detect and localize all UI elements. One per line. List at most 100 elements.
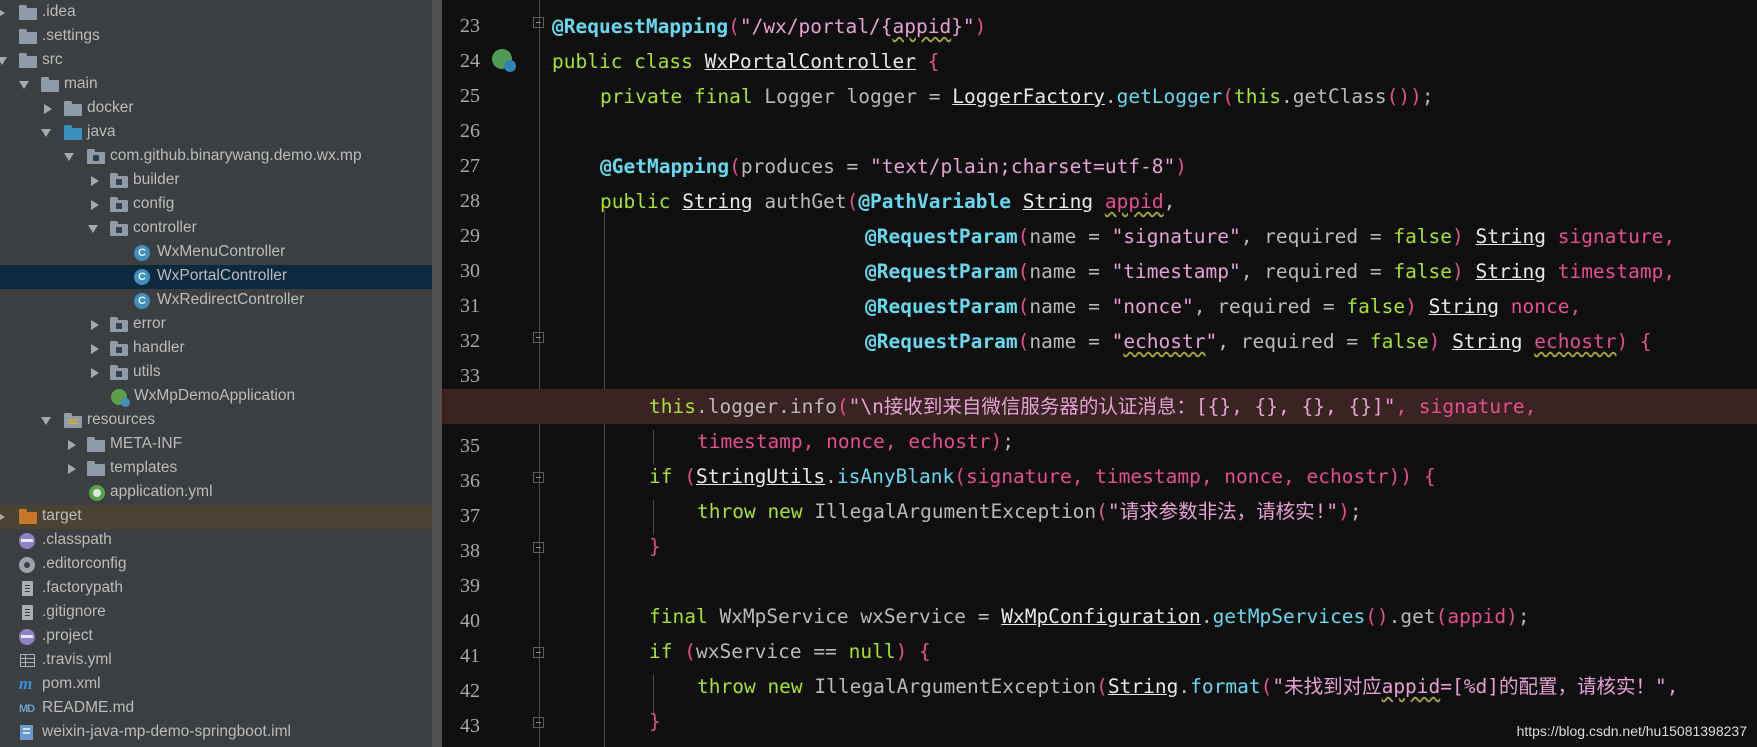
expand-arrow-icon[interactable]: [68, 440, 76, 450]
tree-item-iml[interactable]: weixin-java-mp-demo-springboot.iml: [0, 721, 432, 745]
tree-item-pom-xml[interactable]: m pom.xml: [0, 673, 432, 697]
expand-arrow-icon[interactable]: [91, 176, 99, 186]
yaml-file-icon: [20, 654, 35, 667]
tree-item-travis-yml[interactable]: .travis.yml: [0, 649, 432, 673]
code-line-35[interactable]: timestamp, nonce, echostr);: [442, 424, 1757, 459]
code-editor[interactable]: 23 24 25 26 27 28 29 30 31 32 33 34 35 3…: [442, 0, 1757, 747]
folder-icon: [19, 5, 37, 20]
tree-item-utils[interactable]: utils: [0, 361, 432, 385]
tree-item-builder[interactable]: builder: [0, 169, 432, 193]
class-icon: C: [134, 269, 150, 285]
folder-icon: [19, 29, 37, 44]
tree-item-src[interactable]: src: [0, 49, 432, 73]
tree-item-handler[interactable]: handler: [0, 337, 432, 361]
tree-item-target[interactable]: target: [0, 505, 432, 529]
expand-arrow-icon[interactable]: [44, 104, 52, 114]
spring-config-icon: [89, 485, 105, 501]
code-line-38[interactable]: }: [442, 529, 1757, 564]
code-line-32[interactable]: @RequestParam(name = "echostr", required…: [442, 324, 1757, 359]
tree-item-main[interactable]: main: [0, 73, 432, 97]
collapse-arrow-icon[interactable]: [0, 57, 7, 65]
tree-item-editorconfig[interactable]: .editorconfig: [0, 553, 432, 577]
tree-item-wxmpdemoapplication[interactable]: WxMpDemoApplication: [0, 385, 432, 409]
code-line-27[interactable]: @GetMapping(produces = "text/plain;chars…: [442, 149, 1757, 184]
code-line-31[interactable]: @RequestParam(name = "nonce", required =…: [442, 289, 1757, 324]
expand-arrow-icon[interactable]: [0, 8, 5, 18]
folder-icon: [87, 437, 105, 452]
editorconfig-icon: [19, 557, 35, 573]
tree-item-project[interactable]: .project: [0, 625, 432, 649]
tree-item-settings[interactable]: .settings: [0, 25, 432, 49]
tree-item-error[interactable]: error: [0, 313, 432, 337]
excluded-folder-icon: [19, 509, 37, 524]
code-line-36[interactable]: if (StringUtils.isAnyBlank(signature, ti…: [442, 459, 1757, 494]
watermark: https://blog.csdn.net/hu15081398237: [1516, 723, 1747, 739]
expand-arrow-icon[interactable]: [91, 200, 99, 210]
expand-arrow-icon[interactable]: [91, 344, 99, 354]
package-icon: [110, 173, 128, 188]
code-line-29[interactable]: @RequestParam(name = "signature", requir…: [442, 219, 1757, 254]
tree-item-meta-inf[interactable]: META-INF: [0, 433, 432, 457]
tree-item-factorypath[interactable]: .factorypath: [0, 577, 432, 601]
code-line-34[interactable]: this.logger.info("\n接收到来自微信服务器的认证消息：[{},…: [442, 389, 1757, 424]
tree-item-config[interactable]: config: [0, 193, 432, 217]
tree-item-idea[interactable]: .idea: [0, 1, 432, 25]
class-icon: C: [134, 245, 150, 261]
package-icon: [110, 197, 128, 212]
code-line-37[interactable]: throw new IllegalArgumentException("请求参数…: [442, 494, 1757, 529]
folder-icon: [87, 461, 105, 476]
eclipse-file-icon: [19, 629, 35, 645]
collapse-arrow-icon[interactable]: [64, 153, 74, 161]
package-icon: [110, 341, 128, 356]
panel-splitter[interactable]: [432, 0, 442, 747]
package-icon: [110, 221, 128, 236]
tree-item-controller[interactable]: controller: [0, 217, 432, 241]
eclipse-file-icon: [19, 533, 35, 549]
text-file-icon: [22, 581, 33, 596]
source-folder-icon: [64, 125, 82, 140]
code-line-30[interactable]: @RequestParam(name = "timestamp", requir…: [442, 254, 1757, 289]
expand-arrow-icon[interactable]: [68, 464, 76, 474]
tree-item-resources[interactable]: resources: [0, 409, 432, 433]
package-icon: [87, 149, 105, 164]
code-line-23[interactable]: @RequestMapping("/wx/portal/{appid}"): [442, 9, 1757, 44]
folder-icon: [64, 101, 82, 116]
tree-item-package[interactable]: com.github.binarywang.demo.wx.mp: [0, 145, 432, 169]
code-line-42[interactable]: throw new IllegalArgumentException(Strin…: [442, 669, 1757, 704]
tree-item-wxportalcontroller[interactable]: C WxPortalController: [0, 265, 432, 289]
tree-item-wxmenucontroller[interactable]: C WxMenuController: [0, 241, 432, 265]
markdown-icon: MD: [19, 703, 35, 715]
folder-icon: [41, 77, 59, 92]
tree-item-classpath[interactable]: .classpath: [0, 529, 432, 553]
collapse-arrow-icon[interactable]: [19, 81, 29, 89]
code-line-40[interactable]: final WxMpService wxService = WxMpConfig…: [442, 599, 1757, 634]
line-number: 26: [460, 120, 480, 142]
expand-arrow-icon[interactable]: [91, 320, 99, 330]
maven-icon: m: [19, 674, 33, 693]
collapse-arrow-icon[interactable]: [88, 225, 98, 233]
code-line-24[interactable]: public class WxPortalController {: [442, 44, 1757, 79]
collapse-arrow-icon[interactable]: [41, 417, 51, 425]
class-icon: C: [134, 293, 150, 309]
tree-item-application-yml[interactable]: application.yml: [0, 481, 432, 505]
folder-icon: [19, 53, 37, 68]
tree-item-readme[interactable]: MD README.md: [0, 697, 432, 721]
code-line-25[interactable]: private final Logger logger = LoggerFact…: [442, 79, 1757, 114]
package-icon: [110, 317, 128, 332]
expand-arrow-icon[interactable]: [91, 368, 99, 378]
spring-boot-class-icon: [111, 389, 130, 407]
project-tree: .idea .settings src main docker java com…: [0, 0, 432, 747]
text-file-icon: [22, 605, 33, 620]
resources-folder-icon: [64, 413, 82, 428]
tree-item-wxredirectcontroller[interactable]: C WxRedirectController: [0, 289, 432, 313]
code-line-41[interactable]: if (wxService == null) {: [442, 634, 1757, 669]
expand-arrow-icon[interactable]: [0, 512, 5, 522]
tree-item-gitignore[interactable]: .gitignore: [0, 601, 432, 625]
collapse-arrow-icon[interactable]: [41, 129, 51, 137]
package-icon: [110, 365, 128, 380]
code-line-28[interactable]: public String authGet(@PathVariable Stri…: [442, 184, 1757, 219]
tree-item-docker[interactable]: docker: [0, 97, 432, 121]
tree-item-templates[interactable]: templates: [0, 457, 432, 481]
tree-item-java[interactable]: java: [0, 121, 432, 145]
module-file-icon: [20, 725, 33, 740]
